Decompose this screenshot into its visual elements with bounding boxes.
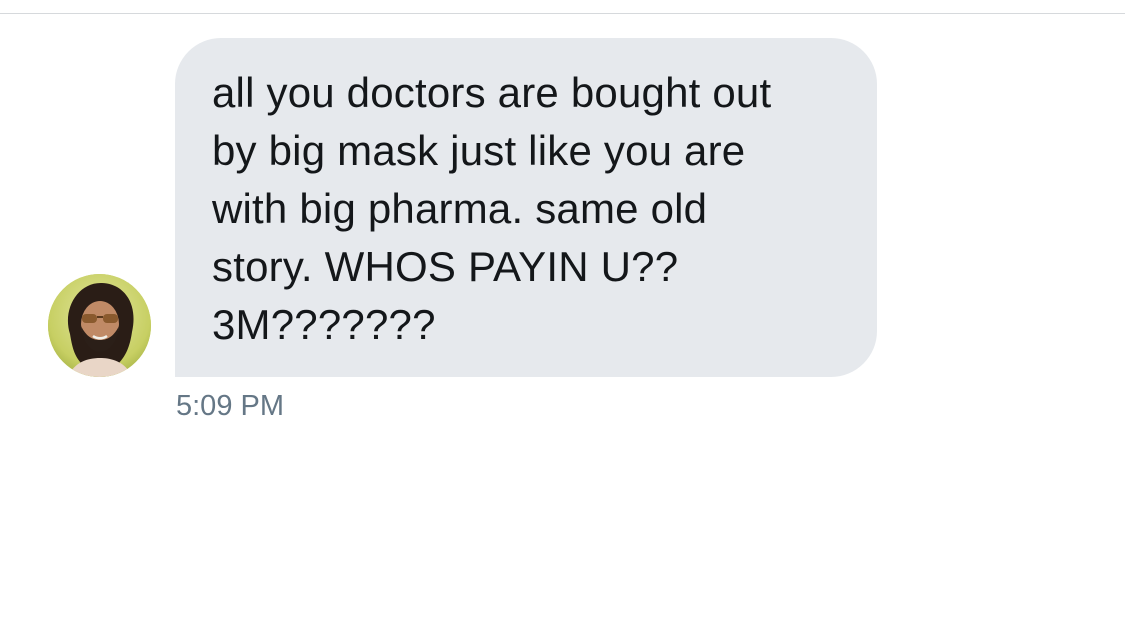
message-timestamp: 5:09 PM	[176, 390, 284, 422]
message-text: all you doctors are bought out by big ma…	[212, 69, 772, 348]
dm-conversation-view: all you doctors are bought out by big ma…	[0, 0, 1125, 627]
avatar-photo	[48, 274, 151, 377]
message-bubble[interactable]: all you doctors are bought out by big ma…	[175, 38, 877, 377]
avatar[interactable]	[48, 274, 151, 377]
received-message-row: all you doctors are bought out by big ma…	[0, 0, 1125, 627]
